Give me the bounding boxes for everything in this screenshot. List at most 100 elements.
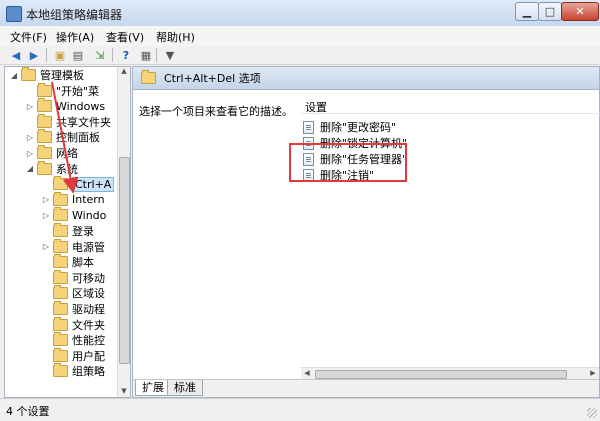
expand-toggle-icon[interactable]: ◢: [25, 164, 35, 173]
tree-item-label: Intern: [72, 193, 105, 207]
forward-arrow-icon[interactable]: ▶: [26, 47, 42, 63]
tree-item-label: "开始"菜: [56, 84, 100, 98]
menu-bar: 文件(F) 操作(A) 查看(V) 帮助(H): [0, 26, 600, 47]
tree-item[interactable]: 共享文件夹: [25, 113, 111, 130]
tree-item[interactable]: ▷ 控制面板: [25, 129, 100, 145]
tree-item-label: 系统: [56, 162, 78, 176]
tree-item[interactable]: "开始"菜: [25, 82, 100, 99]
up-folder-icon[interactable]: ▣: [52, 47, 68, 63]
folder-icon: [37, 82, 52, 97]
resize-grip-icon[interactable]: [587, 408, 597, 418]
menu-view[interactable]: 查看(V): [102, 28, 148, 46]
menu-action[interactable]: 操作(A): [52, 28, 98, 46]
maximize-button[interactable]: □: [538, 2, 562, 21]
tree-item[interactable]: 脚本: [41, 254, 94, 270]
export-icon[interactable]: ⇲: [92, 47, 108, 63]
tree-item[interactable]: 组策略: [41, 363, 105, 379]
help-icon[interactable]: ?: [118, 47, 134, 63]
expand-toggle-icon[interactable]: ▷: [25, 102, 35, 111]
tree-item[interactable]: ▷ Windows: [25, 98, 105, 114]
menu-file[interactable]: 文件(F): [6, 28, 51, 46]
back-arrow-icon[interactable]: ◀: [8, 47, 24, 63]
tree-pane[interactable]: ◢ 管理模板 "开始"菜 ▷ Windows 共享文件夹 ▷ 控制面板 ▷ 网络 ◢ 系统 Ctrl+A…: [4, 66, 131, 398]
tab-extended[interactable]: 扩展: [135, 380, 171, 396]
title-bar[interactable]: 本地组策略编辑器 ▁ □ ✕: [0, 0, 600, 27]
folder-icon: [53, 254, 68, 269]
scroll-right-arrow-icon[interactable]: ▶: [588, 369, 598, 377]
policy-setting-icon: [303, 120, 314, 134]
expand-toggle-icon[interactable]: ▷: [25, 149, 35, 158]
tree-item-label: 电源管: [72, 240, 105, 254]
tree-item-label: 性能控: [72, 334, 105, 348]
description-text: 选择一个项目来查看它的描述。: [139, 105, 293, 118]
details-title: Ctrl+Alt+Del 选项: [164, 72, 261, 85]
scroll-left-arrow-icon[interactable]: ◀: [302, 369, 312, 377]
tree-item-label: Ctrl+A: [72, 176, 115, 192]
tree-item-label: 组策略: [72, 365, 105, 379]
tree-item-label: Windows: [56, 99, 106, 113]
tree-item-label: 文件夹: [72, 318, 105, 332]
tree-item[interactable]: Ctrl+A: [41, 176, 115, 192]
minimize-button[interactable]: ▁: [515, 2, 539, 21]
tree-item[interactable]: ◢ 系统: [25, 160, 78, 177]
folder-icon: [53, 176, 68, 191]
tree-item[interactable]: ▷ 网络: [25, 145, 78, 161]
tree-item-label: Windo: [72, 208, 107, 222]
settings-column-header[interactable]: 设置: [301, 99, 600, 114]
tree-item[interactable]: ◢ 管理模板: [9, 67, 84, 83]
tree-item-label: 管理模板: [40, 69, 84, 82]
setting-row[interactable]: 删除"更改密码": [303, 119, 396, 135]
tree-item[interactable]: 登录: [41, 223, 94, 239]
tree-item-label: 可移动: [72, 271, 105, 285]
folder-icon: [53, 301, 68, 315]
tree-item[interactable]: 可移动: [41, 269, 105, 286]
folder-icon: [53, 332, 68, 347]
folder-icon: [141, 70, 156, 84]
tree-item-label: 共享文件夹: [56, 115, 111, 129]
folder-icon: [37, 129, 52, 144]
view-tabs: 扩展 标准: [133, 379, 599, 397]
toolbar-separator: [156, 48, 157, 62]
tree-item-label: 驱动程: [72, 303, 105, 316]
folder-icon: [53, 207, 68, 222]
scroll-down-arrow-icon[interactable]: ▼: [118, 387, 130, 397]
tree-item[interactable]: 文件夹: [41, 316, 105, 333]
setting-label: 删除"更改密码": [320, 121, 397, 134]
menu-help[interactable]: 帮助(H): [152, 28, 199, 46]
folder-icon: [53, 269, 68, 284]
expand-toggle-icon[interactable]: ▷: [41, 242, 51, 251]
folder-icon: [53, 223, 68, 237]
tree-item[interactable]: ▷ 电源管: [41, 238, 105, 255]
folder-icon: [53, 285, 68, 300]
group-policy-editor-window: 本地组策略编辑器 ▁ □ ✕ 文件(F) 操作(A) 查看(V) 帮助(H) ◀…: [0, 0, 600, 421]
expand-toggle-icon[interactable]: ◢: [9, 71, 19, 80]
folder-icon: [53, 191, 68, 206]
status-bar: 4 个设置: [0, 398, 600, 421]
folder-icon: [53, 347, 68, 362]
expand-toggle-icon[interactable]: ▷: [41, 211, 51, 220]
scroll-thumb[interactable]: [315, 370, 567, 379]
tree-item[interactable]: 区域设: [41, 285, 105, 301]
close-button[interactable]: ✕: [561, 2, 599, 21]
toolbar: ◀ ▶ ▣ ▤ ⇲ ? ▦ ▼: [0, 46, 600, 65]
tree-item[interactable]: 驱动程: [41, 301, 105, 317]
tree-item[interactable]: ▷ Windo: [41, 207, 106, 223]
tree-item[interactable]: 用户配: [41, 347, 105, 364]
expand-toggle-icon[interactable]: ▷: [41, 195, 51, 204]
filter-icon[interactable]: ▼: [162, 47, 178, 63]
tab-standard[interactable]: 标准: [167, 380, 203, 396]
show-tree-icon[interactable]: ▤: [70, 47, 86, 63]
tree-vertical-scrollbar[interactable]: ▲ ▼: [117, 67, 130, 397]
expand-toggle-icon[interactable]: ▷: [25, 133, 35, 142]
folder-icon: [53, 363, 68, 378]
folder-icon: [53, 316, 68, 331]
tree-item-label: 区域设: [72, 287, 105, 301]
tree-item-label: 网络: [56, 147, 78, 160]
view-icon[interactable]: ▦: [138, 47, 154, 63]
status-text: 4 个设置: [6, 405, 50, 418]
tree-item[interactable]: 性能控: [41, 332, 105, 348]
scroll-up-arrow-icon[interactable]: ▲: [118, 67, 130, 77]
window-title: 本地组策略编辑器: [26, 8, 123, 22]
tree-item[interactable]: ▷ Intern: [41, 191, 105, 208]
scroll-thumb[interactable]: [119, 157, 130, 364]
